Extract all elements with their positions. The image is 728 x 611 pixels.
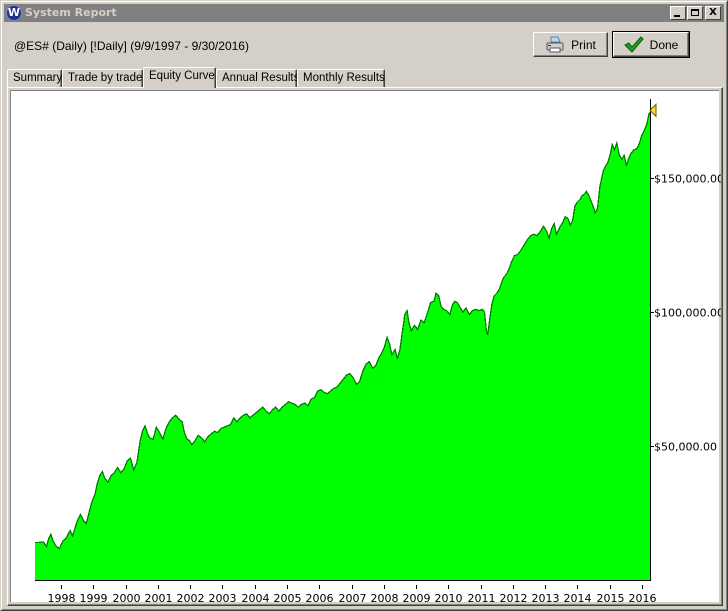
x-tick-label: 2005 [274,592,302,603]
maximize-icon [691,9,699,16]
x-tick-label: 2001 [145,592,173,603]
tab-panel: $50,000.00 $100,000.00 $150,000.00 1998 1999… [7,87,724,606]
tab-annual-results[interactable]: Annual Results [216,69,299,87]
x-tick-label: 2007 [339,592,367,603]
x-tick-label: 2015 [597,592,625,603]
x-tick-label: 2003 [209,592,237,603]
x-tick-label: 2010 [435,592,463,603]
x-tick-label: 2002 [177,592,205,603]
x-tick-label: 2000 [113,592,141,603]
title-bar[interactable]: W System Report X [4,4,724,22]
done-label: Done [649,37,679,52]
x-tick-label: 2008 [371,592,399,603]
x-tick-label: 2012 [500,592,528,603]
done-button[interactable]: Done [612,31,690,58]
tab-trade-by-trade[interactable]: Trade by trade [62,69,143,87]
x-tick-label: 2011 [468,592,496,603]
checkmark-icon [624,36,644,54]
printer-icon [545,36,565,54]
tab-summary[interactable]: Summary [7,69,62,87]
y-tick-label: $50,000.00 [654,441,717,454]
x-tick-label: 2013 [532,592,560,603]
minimize-button[interactable] [670,6,686,20]
x-tick-label: 1999 [80,592,108,603]
minimize-icon [674,15,680,17]
tab-monthly-results[interactable]: Monthly Results [297,69,385,87]
maximize-button[interactable] [687,6,703,20]
x-tick-label: 2016 [629,592,657,603]
y-tick-label: $150,000.00 [654,173,721,186]
close-icon: X [709,7,717,18]
app-logo-icon: W [6,5,22,21]
close-button[interactable]: X [705,6,721,20]
x-tick-label: 2014 [564,592,592,603]
equity-area [35,112,650,580]
print-button[interactable]: Print [533,32,608,57]
y-tick-label: $100,000.00 [654,307,721,320]
print-label: Print [571,37,596,52]
report-subtitle: @ES# (Daily) [!Daily] (9/9/1997 - 9/30/2… [14,39,249,53]
tab-equity-curve[interactable]: Equity Curve [143,67,216,88]
x-tick-label: 1998 [48,592,76,603]
system-report-window: W System Report X @ES# (Daily) [!Daily] … [0,0,728,611]
chart-area: $50,000.00 $100,000.00 $150,000.00 1998 1999… [10,90,724,605]
window-title: System Report [25,6,117,19]
equity-curve-chart: $50,000.00 $100,000.00 $150,000.00 1998 1999… [35,98,724,605]
x-tick-label: 2006 [306,592,334,603]
x-tick-label: 2009 [403,592,431,603]
x-tick-label: 2004 [242,592,270,603]
